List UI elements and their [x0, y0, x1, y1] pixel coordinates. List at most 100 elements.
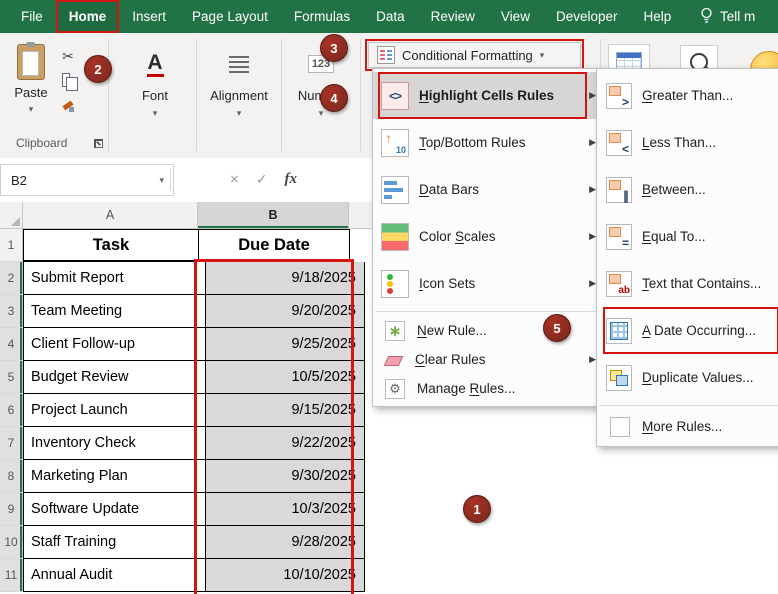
- copy-button[interactable]: [56, 72, 80, 90]
- clipboard-dialog-launcher-icon[interactable]: [94, 139, 103, 148]
- row-header[interactable]: 1: [0, 229, 23, 262]
- ribbon-tab[interactable]: Data: [363, 0, 418, 33]
- submenu-item-box: Less Than...: [603, 119, 778, 166]
- number-group-button[interactable]: 123 Number ▾: [284, 45, 358, 149]
- column-header[interactable]: A: [23, 202, 198, 228]
- menu-item-label: Manage Rules...: [417, 381, 515, 396]
- row-header[interactable]: 5: [0, 361, 23, 394]
- menu-item-box: New Rule...: [378, 316, 587, 345]
- cell-task[interactable]: Inventory Check: [23, 427, 206, 460]
- row-header[interactable]: 4: [0, 328, 23, 361]
- font-group-button[interactable]: A Font ▾: [116, 45, 194, 149]
- cancel-icon[interactable]: ×: [230, 171, 239, 188]
- cell-due-date[interactable]: 9/30/2025: [206, 460, 365, 493]
- ribbon-tab[interactable]: Page Layout: [179, 0, 281, 33]
- cell-task[interactable]: Annual Audit: [23, 559, 206, 592]
- cell-task[interactable]: Project Launch: [23, 394, 206, 427]
- submenu-item-label: Less Than...: [642, 135, 716, 150]
- conditional-formatting-menu: Highlight Cells Rules ▶ Top/Bottom Rules…: [372, 68, 604, 407]
- ribbon-tab[interactable]: Insert: [119, 0, 179, 33]
- menu-item[interactable]: Color Scales ▶: [373, 213, 603, 260]
- tell-me-label: Tell m: [720, 9, 755, 24]
- name-box-chevron-icon[interactable]: ▾: [159, 175, 164, 186]
- cell-task[interactable]: Staff Training: [23, 526, 206, 559]
- menu-item[interactable]: Data Bars ▶: [373, 166, 603, 213]
- ribbon-tab[interactable]: Help: [631, 0, 685, 33]
- enter-icon[interactable]: ✓: [256, 171, 268, 188]
- row-header[interactable]: 2: [0, 262, 23, 295]
- cell-task[interactable]: Client Follow-up: [23, 328, 206, 361]
- cell-due-date[interactable]: 9/22/2025: [206, 427, 365, 460]
- menu-item[interactable]: New Rule... ▶: [373, 316, 603, 345]
- cell-due-date[interactable]: 10/10/2025: [206, 559, 365, 592]
- tell-me[interactable]: Tell m: [700, 0, 755, 33]
- menu-item[interactable]: Top/Bottom Rules ▶: [373, 119, 603, 166]
- menu-item[interactable]: Highlight Cells Rules ▶: [373, 72, 603, 119]
- menu-item[interactable]: Icon Sets ▶: [373, 260, 603, 307]
- chevron-down-icon: ▾: [319, 109, 324, 118]
- ribbon-tab[interactable]: View: [488, 0, 543, 33]
- row-header[interactable]: 7: [0, 427, 23, 460]
- sheet-row: 8 Marketing Plan 9/30/2025: [0, 460, 778, 493]
- submenu-item[interactable]: Equal To...: [597, 213, 778, 260]
- column-header[interactable]: B: [198, 202, 349, 228]
- cell-due-date[interactable]: 10/3/2025: [206, 493, 365, 526]
- ribbon-tab[interactable]: File: [8, 0, 56, 33]
- alignment-group-button[interactable]: Alignment ▾: [198, 45, 280, 149]
- menu-item[interactable]: Manage Rules... ▶: [373, 374, 603, 403]
- submenu-item[interactable]: Duplicate Values...: [597, 354, 778, 401]
- ribbon-tab[interactable]: Formulas: [281, 0, 363, 33]
- conditional-formatting-button[interactable]: Conditional Formatting ▾: [368, 42, 581, 68]
- menu-item[interactable]: Clear Rules ▶: [373, 345, 603, 374]
- menu-item-label: New Rule...: [417, 323, 487, 338]
- fx-icon[interactable]: fx: [285, 171, 298, 188]
- row-header[interactable]: 8: [0, 460, 23, 493]
- submenu-item[interactable]: Between...: [597, 166, 778, 213]
- cut-button[interactable]: ✂: [56, 47, 80, 65]
- cell-task[interactable]: Task: [23, 229, 199, 262]
- menu-item-label: Color Scales: [419, 229, 496, 244]
- cell-task[interactable]: Marketing Plan: [23, 460, 206, 493]
- ribbon-tab-label: Insert: [132, 9, 166, 24]
- ribbon-tab[interactable]: Developer: [543, 0, 631, 33]
- cell-task[interactable]: Software Update: [23, 493, 206, 526]
- chevron-down-icon: ▾: [237, 109, 242, 118]
- name-box[interactable]: B2 ▾: [0, 164, 174, 196]
- cell-due-date[interactable]: 9/25/2025: [206, 328, 365, 361]
- cell-due-date[interactable]: 9/20/2025: [206, 295, 365, 328]
- cell-due-date[interactable]: 9/18/2025: [206, 262, 365, 295]
- none-icon: [610, 417, 630, 437]
- row-header[interactable]: 10: [0, 526, 23, 559]
- row-header[interactable]: 11: [0, 559, 23, 592]
- cell-due-date[interactable]: Due Date: [199, 229, 350, 262]
- submenu-item-box: Duplicate Values...: [603, 354, 778, 401]
- cell-due-date[interactable]: 9/15/2025: [206, 394, 365, 427]
- row-header[interactable]: 9: [0, 493, 23, 526]
- row-header[interactable]: 6: [0, 394, 23, 427]
- submenu-item[interactable]: Text that Contains...: [597, 260, 778, 307]
- alignment-icon: [229, 56, 249, 73]
- sheet-row: 9 Software Update 10/3/2025: [0, 493, 778, 526]
- submenu-item-label: Equal To...: [642, 229, 706, 244]
- ribbon-tab[interactable]: Review: [418, 0, 488, 33]
- format-painter-button[interactable]: [56, 97, 80, 115]
- ribbon-tab-label: Page Layout: [192, 9, 268, 24]
- cell-task[interactable]: Budget Review: [23, 361, 206, 394]
- cell-due-date[interactable]: 10/5/2025: [206, 361, 365, 394]
- cell-task[interactable]: Team Meeting: [23, 295, 206, 328]
- cell-task[interactable]: Submit Report: [23, 262, 206, 295]
- submenu-item[interactable]: Less Than...: [597, 119, 778, 166]
- row-header[interactable]: 3: [0, 295, 23, 328]
- submenu-item-label: Text that Contains...: [642, 276, 761, 291]
- submenu-item[interactable]: A Date Occurring...: [597, 307, 778, 354]
- cell-due-date[interactable]: 9/28/2025: [206, 526, 365, 559]
- submenu-item[interactable]: Greater Than...: [597, 72, 778, 119]
- submenu-item-label: A Date Occurring...: [642, 323, 756, 338]
- date-occurring-icon: [606, 318, 632, 344]
- submenu-item[interactable]: More Rules...: [597, 410, 778, 443]
- submenu-item-box: A Date Occurring...: [603, 307, 778, 354]
- paste-button[interactable]: Paste ▾: [8, 43, 54, 149]
- number-group-label: Number: [298, 88, 344, 103]
- select-all-corner[interactable]: [0, 202, 23, 228]
- ribbon-tab[interactable]: Home: [56, 0, 120, 33]
